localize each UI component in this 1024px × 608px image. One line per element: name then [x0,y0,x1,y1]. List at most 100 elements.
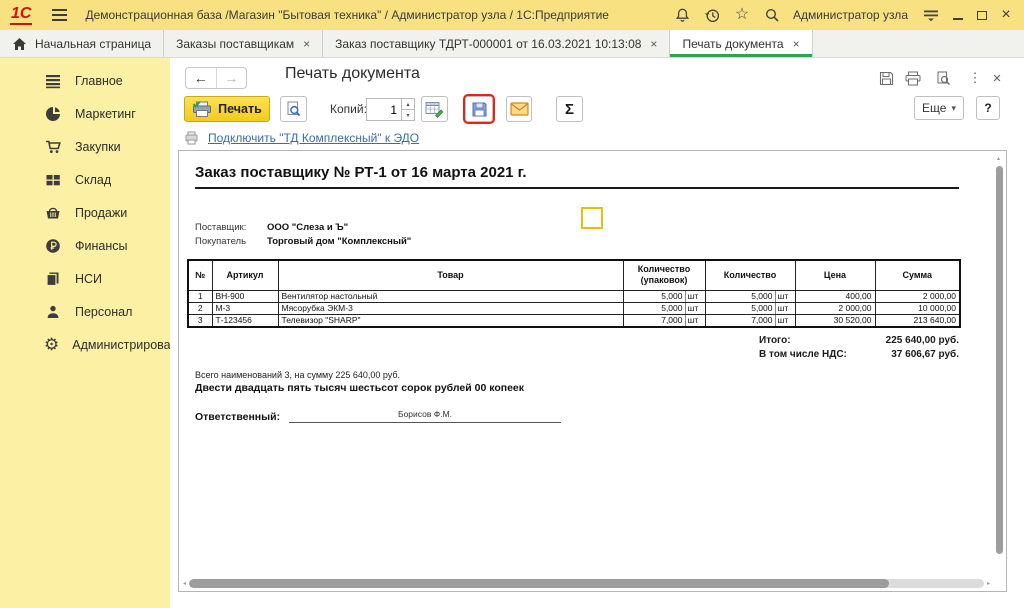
horizontal-scrollbar[interactable]: ◂ ▸ [183,578,990,589]
cart-icon [44,139,62,155]
sidebar-item-label: Персонал [75,305,132,319]
minimize-icon [953,18,963,20]
print-preview-area[interactable]: Заказ поставщику № РТ-1 от 16 марта 2021… [178,150,1007,592]
send-email-button[interactable] [506,96,532,122]
printer-check-icon [192,101,212,118]
search-icon [764,7,780,23]
cell-article: Т-123456 [212,314,278,327]
scroll-left-icon[interactable]: ◂ [183,580,186,587]
back-arrow-icon: ← [194,70,208,86]
sidebar-item-label: Финансы [75,239,127,253]
sidebar-item-warehouse[interactable]: Склад [0,163,170,196]
cell-qty: 7,000шт [705,314,795,327]
topbar-actions: ☆ Администратор узла × [667,3,1024,27]
sum-button[interactable]: Σ [556,96,583,122]
history-icon [704,7,721,24]
qty-value: 7,000 [706,315,775,326]
edit-table-button[interactable] [421,96,448,122]
main-menu-icon[interactable] [52,9,67,21]
sidebar-item-personnel[interactable]: Персонал [0,295,170,328]
back-button[interactable]: ← [186,68,217,88]
cell-product: Мясорубка ЭКМ-3 [278,302,623,314]
sidebar-item-purchases[interactable]: Закупки [0,130,170,163]
close-icon: × [1001,7,1010,23]
col-header-num: № [188,260,212,290]
selected-cell-cursor[interactable] [581,207,603,229]
print-button[interactable]: Печать [184,96,270,122]
scroll-up-icon[interactable]: ▴ [997,155,1000,162]
more-button-label: Еще [922,101,946,115]
close-tab-icon[interactable]: × [303,38,310,50]
sidebar-item-finance[interactable]: Финансы [0,229,170,262]
service-menu-button[interactable] [916,3,946,27]
more-button[interactable]: Еще ▾ [914,96,964,120]
save-document-button[interactable] [876,69,896,87]
sidebar-item-marketing[interactable]: Маркетинг [0,97,170,130]
sidebar-item-administration[interactable]: ⚙ Администрирование [0,328,170,361]
edo-connect-link[interactable]: Подключить "ТД Комплексный" к ЭДО [208,131,419,145]
tab-print-document[interactable]: Печать документа × [670,30,812,57]
qty-pack-unit: шт [685,303,705,314]
help-button[interactable]: ? [976,96,1000,120]
page-title: Печать документа [285,65,420,83]
totals-block: Итого: 225 640,00 руб. В том числе НДС: … [759,335,959,363]
search-button[interactable] [757,3,787,27]
chevron-down-icon: ▾ [951,103,956,114]
close-panel-button[interactable]: × [987,69,1007,87]
responsible-name: Борисов Ф.М. [289,409,561,423]
close-window-button[interactable]: × [994,3,1018,27]
qty-unit: шт [775,303,795,314]
horizontal-scroll-thumb[interactable] [189,579,889,588]
vertical-scrollbar[interactable]: ▴ [995,153,1005,575]
spin-down-button[interactable]: ▾ [402,110,415,121]
cell-sum: 2 000,00 [875,290,960,302]
copies-input[interactable] [366,98,402,121]
app-window: 1С Демонстрационная база /Магазин "Бытов… [0,0,1024,608]
document-title: Заказ поставщику № РТ-1 от 16 марта 2021… [195,164,959,189]
cell-product: Вентилятор настольный [278,290,623,302]
preview-icon [285,101,302,118]
cell-article: ВН-900 [212,290,278,302]
forward-button[interactable]: → [217,68,247,88]
qty-pack-unit: шт [685,315,705,326]
print-header-button[interactable] [903,69,923,87]
qty-value: 5,000 [706,303,775,314]
sidebar-item-main[interactable]: Главное [0,64,170,97]
preview-header-button[interactable] [933,69,953,87]
tab-supplier-order-document[interactable]: Заказ поставщику ТДРТ-000001 от 16.03.20… [323,30,670,57]
scroll-right-icon[interactable]: ▸ [987,580,990,587]
preview-button[interactable] [280,96,307,122]
sidebar-item-nsi[interactable]: НСИ [0,262,170,295]
table-row: 1 ВН-900 Вентилятор настольный 5,000шт 5… [188,290,960,302]
sidebar-item-sales[interactable]: Продажи [0,196,170,229]
gear-icon: ⚙ [44,336,59,353]
topbar: 1С Демонстрационная база /Магазин "Бытов… [0,0,1024,30]
save-file-button[interactable] [465,96,493,122]
tab-home[interactable]: Начальная страница [0,30,164,57]
sidebar-item-label: Склад [75,173,111,187]
maximize-button[interactable] [970,3,994,27]
ruble-coin-icon [44,238,62,254]
floppy-disk-icon [471,101,488,118]
star-icon: ☆ [735,7,749,23]
history-button[interactable] [697,3,727,27]
horizontal-scroll-track[interactable] [189,579,984,588]
col-header-qty: Количество [705,260,795,290]
vertical-scroll-thumb[interactable] [996,166,1003,554]
close-tab-icon[interactable]: × [793,38,800,50]
close-tab-icon[interactable]: × [650,38,657,50]
copies-label: Копий: [330,102,367,116]
col-header-price: Цена [795,260,875,290]
current-user[interactable]: Администратор узла [793,8,908,22]
notifications-button[interactable] [667,3,697,27]
tabbar: Начальная страница Заказы поставщикам × … [0,30,1024,58]
1c-logo[interactable]: 1С [10,6,32,25]
minimize-button[interactable] [946,3,970,27]
tab-supplier-orders[interactable]: Заказы поставщикам × [164,30,323,57]
favorites-button[interactable]: ☆ [727,3,757,27]
cell-price: 2 000,00 [795,302,875,314]
more-menu-button[interactable]: ⋮ [965,69,985,87]
qty-unit: шт [775,291,795,302]
spin-up-button[interactable]: ▴ [402,98,415,110]
floppy-outline-icon [879,71,894,86]
